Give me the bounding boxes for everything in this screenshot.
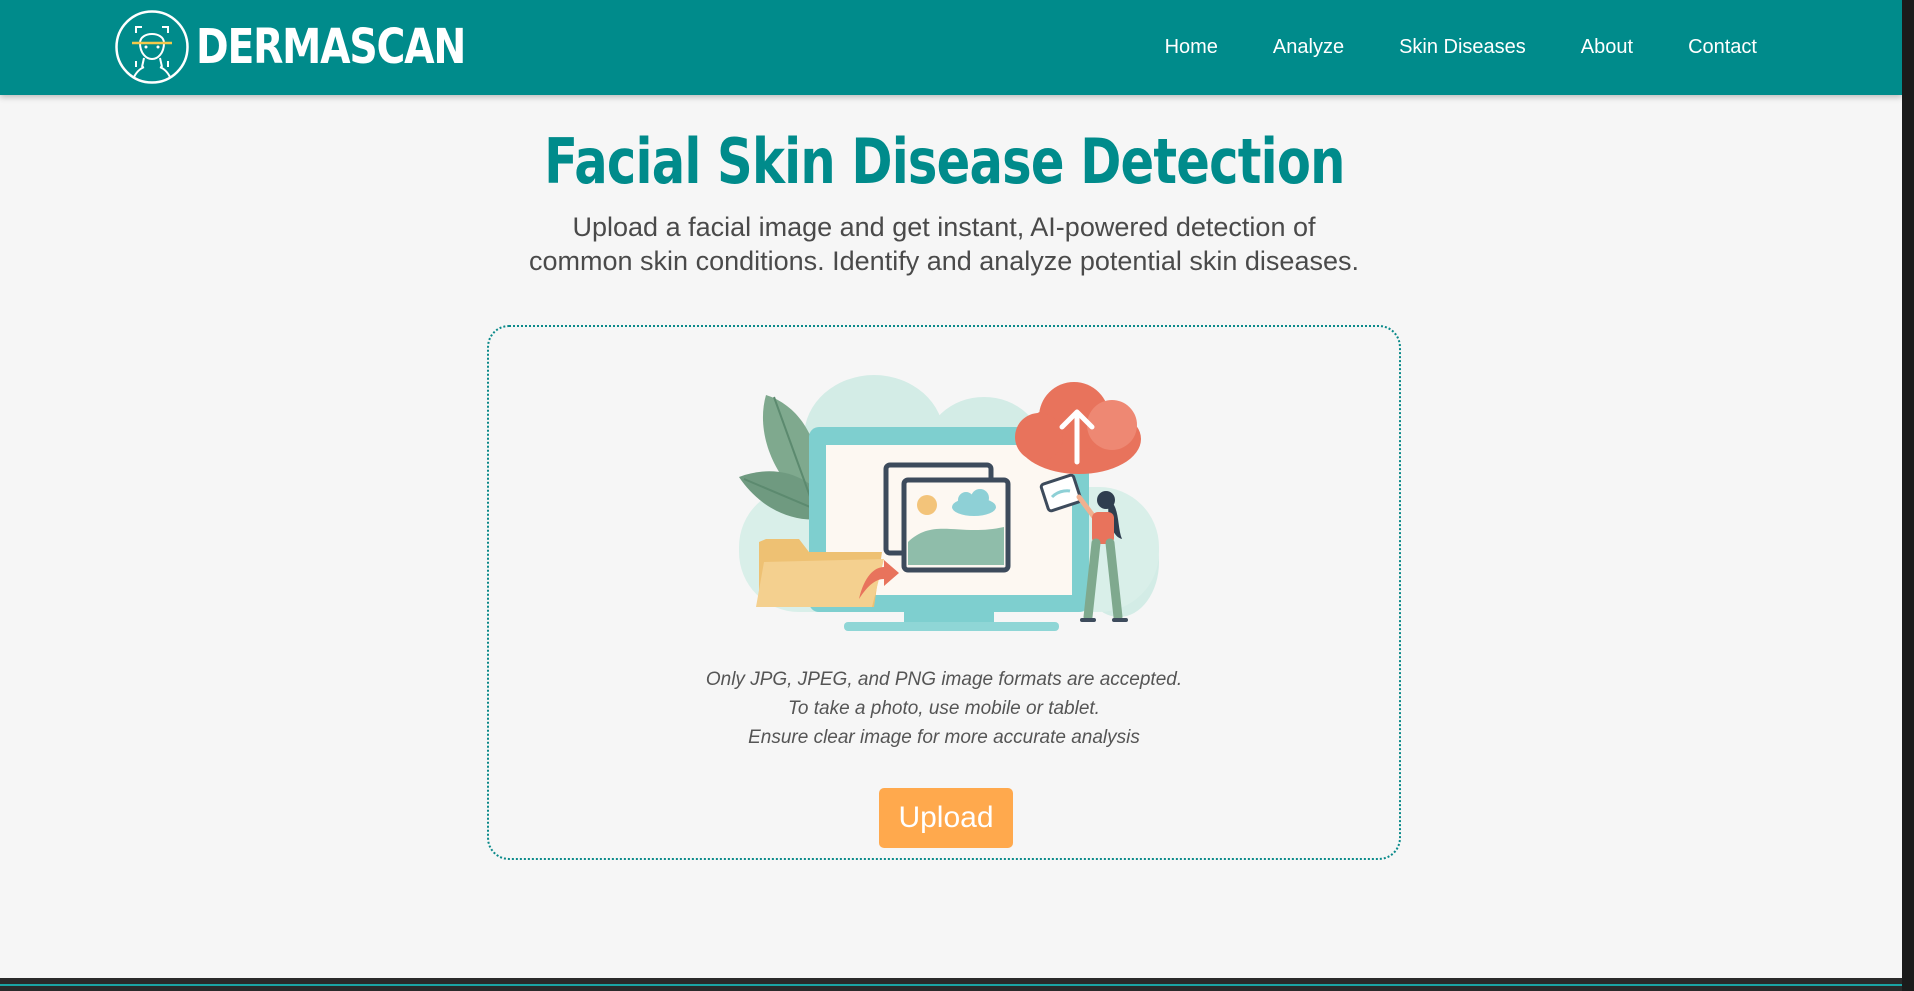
upload-illustration-icon [739,375,1159,631]
nav-contact[interactable]: Contact [1688,36,1757,59]
hint-photo: To take a photo, use mobile or tablet. [788,698,1100,719]
upload-hints: Only JPG, JPEG, and PNG image formats ar… [489,665,1399,752]
nav-skin-diseases[interactable]: Skin Diseases [1399,36,1526,59]
upload-button[interactable]: Upload [879,788,1013,848]
nav-analyze[interactable]: Analyze [1273,36,1344,59]
browser-frame: DERMASCAN Home Analyze Skin Diseases Abo… [0,0,1914,991]
page-subtitle: Upload a facial image and get instant, A… [529,212,1359,276]
page: DERMASCAN Home Analyze Skin Diseases Abo… [0,0,1902,978]
taskbar-accent-line [0,984,1902,986]
nav-about[interactable]: About [1581,36,1633,59]
face-scan-icon [115,10,189,84]
navbar: DERMASCAN Home Analyze Skin Diseases Abo… [0,0,1902,95]
brand-name: DERMASCAN [196,19,466,75]
hint-formats: Only JPG, JPEG, and PNG image formats ar… [705,669,1183,690]
brand[interactable]: DERMASCAN [114,8,524,86]
page-title-text: Facial Skin Disease Detection [543,125,1345,198]
main-nav: Home Analyze Skin Diseases About Contact [1110,0,1757,95]
page-title: Facial Skin Disease Detection [0,125,1888,198]
window-edge-right [1902,0,1914,991]
hint-quality: Ensure clear image for more accurate ana… [748,727,1140,748]
window-edge-bottom [0,978,1902,991]
upload-dropzone[interactable]: Only JPG, JPEG, and PNG image formats ar… [487,325,1401,860]
nav-home[interactable]: Home [1165,36,1218,59]
